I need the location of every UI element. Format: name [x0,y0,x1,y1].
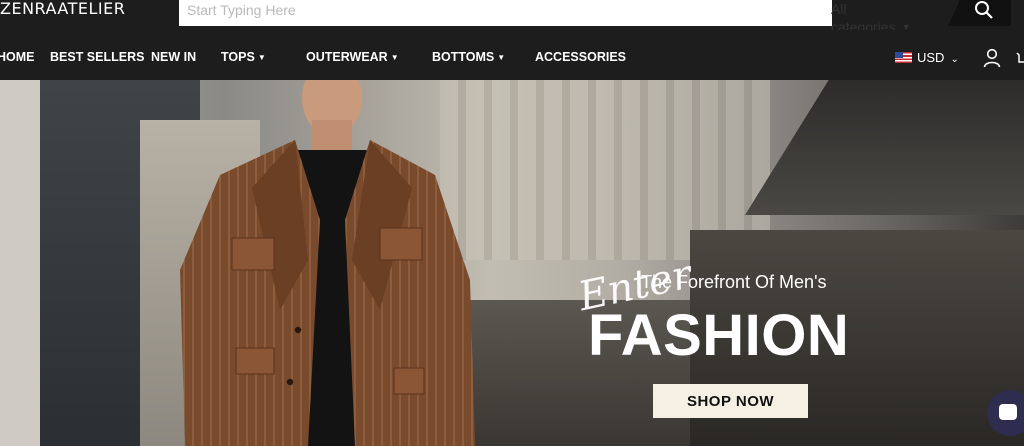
search-input[interactable] [179,0,627,20]
hero-tagline: The Forefront Of Men's [641,272,827,292]
caret-down-icon: ▼ [257,53,266,62]
chevron-down-icon: ⌄ [950,54,959,65]
currency-selector[interactable]: USD ⌄ [895,50,959,67]
nav-item-best-sellers[interactable]: BEST SELLERS [50,51,144,64]
search-button[interactable] [948,0,1011,26]
brand-logo[interactable]: ZENRAATELIER [0,0,125,18]
hero-headline: FASHION [588,303,850,368]
chat-icon [999,404,1017,420]
nav-item-accessories[interactable]: ACCESSORIES [535,51,626,64]
shop-now-button[interactable]: SHOP NOW [653,384,808,418]
nav-item-label: NEW IN [151,50,197,64]
model-image [180,80,475,446]
hero-background-building [0,80,40,446]
us-flag-icon [895,52,912,63]
nav-item-label: HOME [0,50,35,64]
currency-label: USD [917,50,945,65]
search-icon [975,1,993,19]
nav-item-new-in[interactable]: NEW IN [151,51,196,64]
nav-item-label: OUTERWEAR [306,50,388,64]
hero-background-awning [745,80,1024,215]
main-nav: HOME BEST SELLERS NEW IN TOPS ▼ OUTERWEAR… [0,30,1024,80]
nav-item-label: BEST SELLERS [50,50,145,64]
nav-item-tops[interactable]: TOPS ▼ [221,51,266,64]
nav-item-home[interactable]: HOME [0,51,35,64]
nav-item-label: ACCESSORIES [535,50,626,64]
nav-item-outerwear[interactable]: OUTERWEAR ▼ [306,51,399,64]
cart-icon [1016,52,1024,63]
nav-item-label: TOPS [221,50,255,64]
user-icon [983,48,1001,68]
top-bar: ZENRAATELIER All categories▼ [0,0,1024,35]
nav-item-label: BOTTOMS [432,50,495,64]
account-button[interactable] [982,48,1002,73]
caret-down-icon: ▼ [390,53,399,62]
nav-item-bottoms[interactable]: BOTTOMS ▼ [432,51,505,64]
hero-banner: Enter The Forefront Of Men's FASHION SHO… [0,80,1024,446]
cart-button[interactable] [1016,52,1024,71]
search-bar: All categories▼ [179,0,1011,35]
category-select[interactable]: All categories ▼ [831,0,911,35]
caret-down-icon: ▼ [497,53,506,62]
